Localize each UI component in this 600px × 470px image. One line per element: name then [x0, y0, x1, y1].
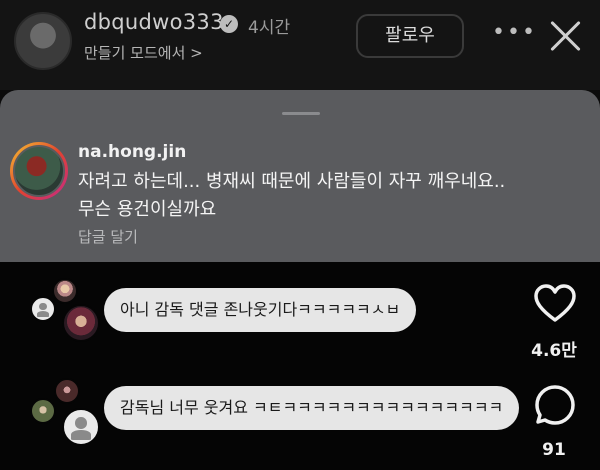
author-username[interactable]: dbqudwo333 [84, 10, 224, 34]
author-avatar[interactable] [14, 12, 72, 70]
commenter-avatar[interactable] [10, 142, 68, 200]
heart-icon[interactable] [534, 284, 576, 324]
live-comments-area: 아니 감독 댓글 존나웃기다ㅋㅋㅋㅋㅋㅅㅂ 4.6만 감독님 너무 웃겨요 ㅋㅌ… [0, 262, 600, 470]
default-avatar-icon[interactable] [30, 296, 56, 322]
default-avatar-icon[interactable] [62, 408, 100, 446]
reply-button[interactable]: 답글 달기 [78, 226, 138, 247]
reel-header: dbqudwo333 ✓ 4시간 만들기 모드에서 > 팔로우 ••• [0, 0, 600, 90]
live-comment-bubble: 감독님 너무 웃겨요 ㅋㅌㅋㅋㅋㅋㅋㅋㅋㅋㅋㅋㅋㅋㅋㅋㅋ [104, 386, 520, 430]
comment-bubble-icon[interactable] [534, 384, 576, 426]
commenter-avatar[interactable] [54, 378, 80, 404]
sheet-drag-handle[interactable] [282, 112, 320, 115]
post-time: 4시간 [248, 18, 291, 38]
commenter-avatar[interactable] [62, 304, 100, 342]
more-options-icon[interactable]: ••• [492, 20, 537, 45]
likes-count: 4.6만 [531, 341, 577, 361]
close-icon[interactable] [548, 18, 584, 54]
commenter-avatar[interactable] [52, 278, 78, 304]
comments-count: 91 [542, 440, 566, 460]
commenter-username[interactable]: na.hong.jin [78, 142, 186, 162]
created-in-subtitle[interactable]: 만들기 모드에서 > [84, 42, 203, 63]
commenter-avatar[interactable] [30, 398, 56, 424]
live-comment-bubble: 아니 감독 댓글 존나웃기다ㅋㅋㅋㅋㅋㅅㅂ [104, 288, 417, 332]
verified-icon: ✓ [220, 15, 238, 33]
comment-sheet: na.hong.jin 자려고 하는데... 병재씨 때문에 사람들이 자꾸 깨… [0, 90, 600, 262]
follow-button[interactable]: 팔로우 [356, 14, 464, 58]
comment-text: 자려고 하는데... 병재씨 때문에 사람들이 자꾸 깨우네요.. 무슨 용건이… [78, 171, 506, 220]
